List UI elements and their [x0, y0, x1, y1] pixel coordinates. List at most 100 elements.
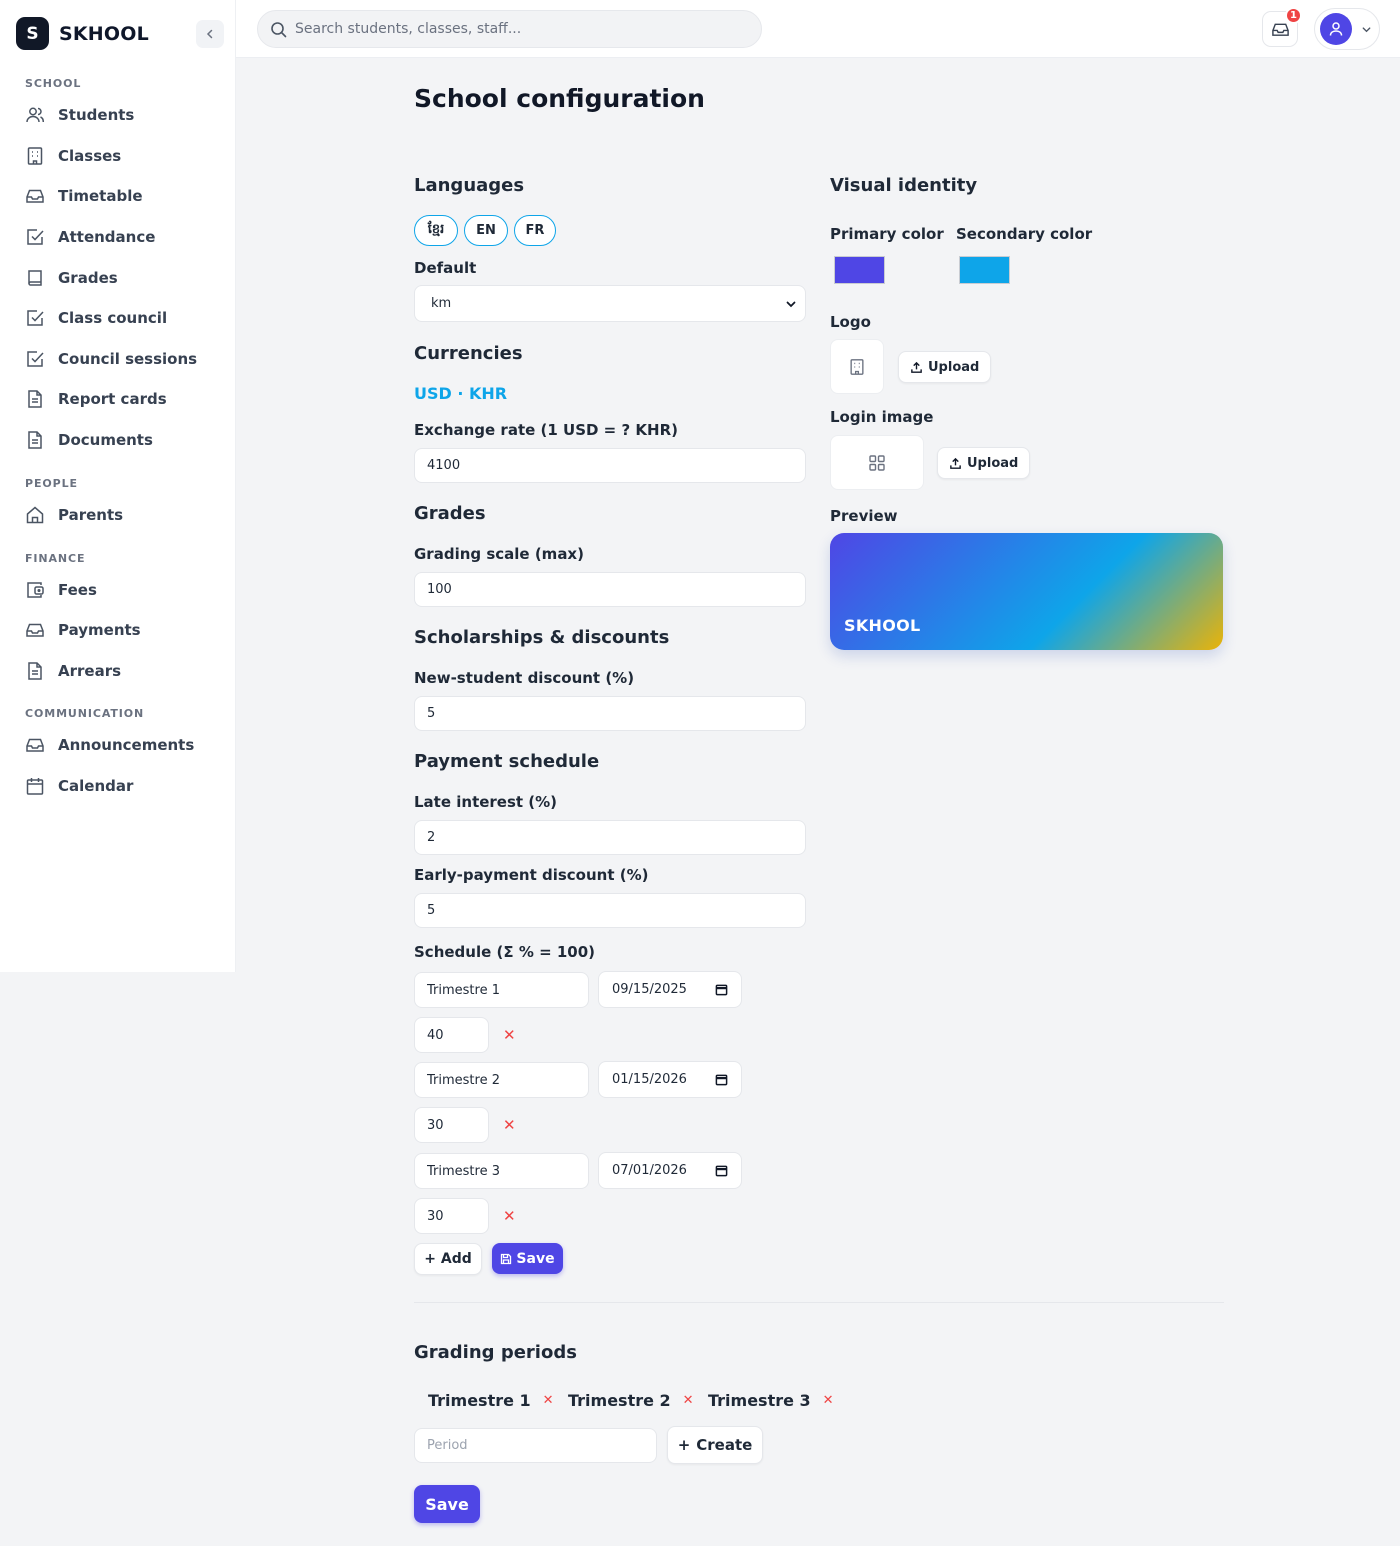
late-interest-input[interactable] — [414, 820, 806, 855]
grading-period-label: Trimestre 1 — [428, 1391, 531, 1410]
chevron-down-icon — [1362, 26, 1371, 32]
language-option-km[interactable]: ខ្មែរ — [414, 215, 458, 246]
sidebar-item-parents[interactable]: Parents — [25, 503, 123, 527]
secondary-color-swatch[interactable] — [959, 256, 1010, 284]
document-icon — [25, 661, 45, 681]
default-language-select[interactable]: km — [414, 285, 806, 322]
upload-icon — [950, 457, 961, 469]
sidebar-item-arrears[interactable]: Arrears — [25, 659, 121, 683]
create-period-button[interactable]: + Create — [667, 1426, 763, 1464]
building-icon — [25, 146, 45, 166]
period-name-input[interactable] — [414, 1428, 657, 1463]
secondary-color-label: Secondary color — [956, 225, 1093, 243]
grading-period-label: Trimestre 3 — [708, 1391, 811, 1410]
plus-icon: + — [424, 1251, 436, 1267]
search-icon — [271, 21, 287, 37]
schedule-percent-input[interactable] — [414, 1017, 489, 1053]
upload-button-label: Upload — [928, 359, 980, 375]
schedule-name-input[interactable] — [414, 1153, 589, 1189]
check-square-icon — [25, 308, 45, 328]
visual-identity-heading: Visual identity — [830, 175, 978, 196]
check-square-icon — [25, 227, 45, 247]
sidebar-item-payments[interactable]: Payments — [25, 618, 141, 642]
sidebar-item-label: Classes — [58, 147, 122, 165]
sidebar-item-label: Grades — [58, 269, 118, 287]
user-menu-button[interactable] — [1314, 8, 1380, 50]
schedule-date-input[interactable]: 07/01/2026 — [598, 1152, 742, 1189]
early-payment-discount-label: Early-payment discount (%) — [414, 866, 649, 884]
schedule-name-input[interactable] — [414, 972, 589, 1008]
exchange-rate-input[interactable] — [414, 448, 806, 483]
remove-schedule-row-button[interactable]: ✕ — [503, 1026, 516, 1044]
brand[interactable]: S SKHOOL — [16, 17, 149, 50]
nav-section-people: PEOPLE — [25, 477, 78, 490]
check-square-icon — [25, 349, 45, 369]
sidebar-item-label: Documents — [58, 431, 153, 449]
remove-schedule-row-button[interactable]: ✕ — [503, 1207, 516, 1225]
currencies-value[interactable]: USD · KHR — [414, 384, 507, 403]
language-option-en[interactable]: EN — [464, 215, 508, 246]
sidebar-item-students[interactable]: Students — [25, 103, 134, 127]
sidebar-item-calendar[interactable]: Calendar — [25, 774, 133, 798]
sidebar-item-attendance[interactable]: Attendance — [25, 225, 155, 249]
new-student-discount-input[interactable] — [414, 696, 806, 731]
grading-period-label: Trimestre 2 — [568, 1391, 671, 1410]
preview-label: Preview — [830, 507, 898, 525]
login-image-label: Login image — [830, 408, 934, 426]
brand-name: SKHOOL — [59, 22, 149, 45]
schedule-date-input[interactable]: 01/15/2026 — [598, 1061, 742, 1098]
exchange-rate-label: Exchange rate (1 USD = ? KHR) — [414, 421, 678, 439]
remove-schedule-row-button[interactable]: ✕ — [503, 1116, 516, 1134]
user-icon — [1329, 22, 1343, 36]
schedule-percent-input[interactable] — [414, 1107, 489, 1143]
building-icon — [850, 358, 864, 375]
inbox-icon — [25, 620, 45, 640]
save-schedule-button[interactable]: Save — [492, 1243, 563, 1274]
document-icon — [25, 430, 45, 450]
schedule-name-input[interactable] — [414, 1062, 589, 1098]
sidebar-item-fees[interactable]: Fees — [25, 578, 97, 602]
sidebar-item-class-council[interactable]: Class council — [25, 306, 167, 330]
sidebar-item-report-cards[interactable]: Report cards — [25, 387, 167, 411]
topbar: 1 — [236, 0, 1400, 58]
add-schedule-row-button[interactable]: + Add — [414, 1243, 482, 1275]
grid-icon — [869, 454, 885, 471]
sidebar-item-announcements[interactable]: Announcements — [25, 733, 194, 757]
sidebar-item-council-sessions[interactable]: Council sessions — [25, 347, 197, 371]
sidebar-item-label: Attendance — [58, 228, 156, 246]
sidebar-item-grades[interactable]: Grades — [25, 266, 118, 290]
upload-login-image-button[interactable]: Upload — [937, 447, 1031, 479]
document-icon — [25, 389, 45, 409]
calendar-icon — [715, 1165, 728, 1177]
save-grading-periods-button[interactable]: Save — [414, 1485, 480, 1523]
grading-scale-input[interactable] — [414, 572, 806, 607]
inbox-icon — [25, 186, 45, 206]
search-input[interactable] — [295, 21, 735, 37]
schedule-date-input[interactable]: 09/15/2025 — [598, 971, 742, 1008]
brand-logo: S — [16, 17, 49, 50]
search-bar[interactable] — [257, 10, 762, 48]
sidebar-item-classes[interactable]: Classes — [25, 144, 121, 168]
login-image-thumbnail — [830, 435, 924, 490]
primary-color-label: Primary color — [830, 225, 944, 243]
schedule-percent-input[interactable] — [414, 1198, 489, 1234]
grading-periods-heading: Grading periods — [414, 1342, 577, 1363]
sidebar-item-documents[interactable]: Documents — [25, 428, 153, 452]
collapse-sidebar-button[interactable] — [196, 20, 224, 48]
early-payment-discount-input[interactable] — [414, 893, 806, 928]
language-option-fr[interactable]: FR — [514, 215, 556, 246]
sidebar-item-timetable[interactable]: Timetable — [25, 184, 143, 208]
remove-period-button[interactable]: ✕ — [543, 1393, 554, 1408]
calendar-icon — [715, 1074, 728, 1086]
remove-period-button[interactable]: ✕ — [683, 1393, 694, 1408]
remove-period-button[interactable]: ✕ — [823, 1393, 834, 1408]
plus-icon: + — [677, 1436, 691, 1454]
scholarships-heading: Scholarships & discounts — [414, 627, 670, 648]
wallet-icon — [25, 580, 45, 600]
primary-color-swatch[interactable] — [834, 256, 885, 284]
upload-logo-button[interactable]: Upload — [898, 351, 992, 383]
logo-thumbnail — [830, 339, 884, 394]
upload-button-label: Upload — [967, 455, 1019, 471]
upload-icon — [911, 361, 922, 373]
grading-period-chip: Trimestre 2 ✕ — [554, 1384, 704, 1417]
